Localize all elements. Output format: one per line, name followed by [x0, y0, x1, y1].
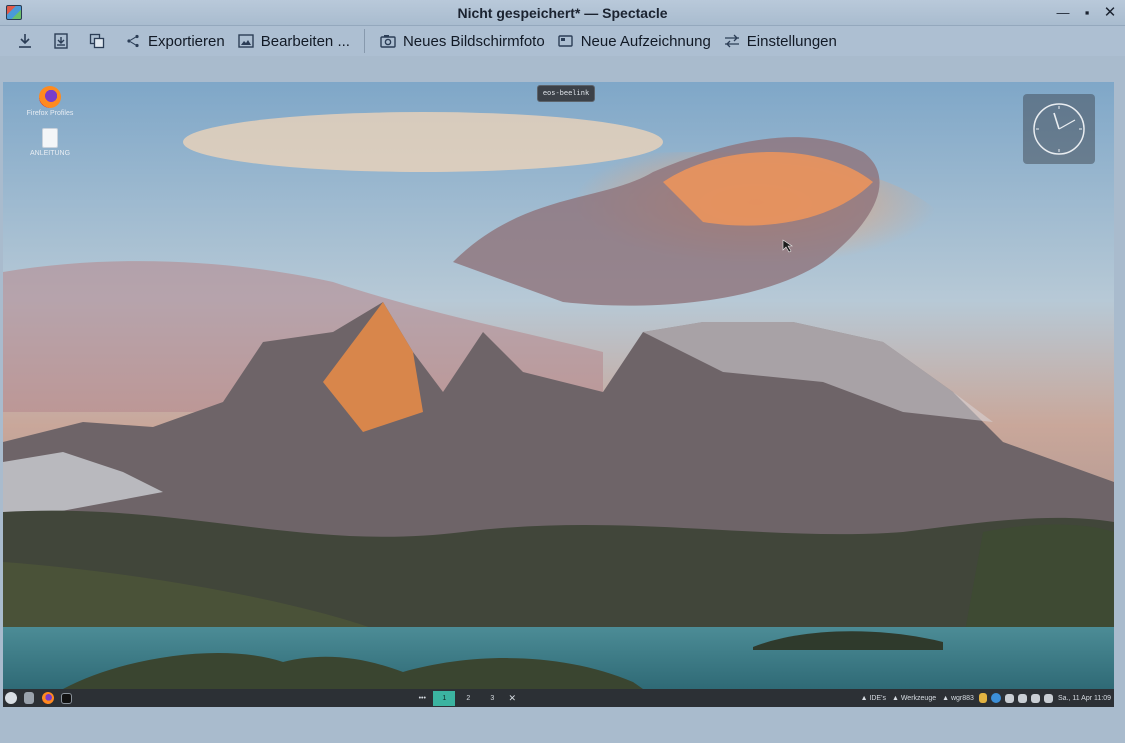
taskbar-files-button[interactable] [19, 689, 39, 707]
firefox-icon [42, 692, 54, 704]
tray-datetime[interactable]: Sa., 11 Apr 11:09 [1058, 695, 1111, 702]
inner-taskbar: ••• 1 2 3 ✕ ▲ IDE's ▲ Werkzeuge ▲ wgr883… [3, 689, 1114, 707]
tray-volume-icon[interactable] [1004, 693, 1014, 703]
copy-icon [88, 32, 106, 50]
save-as-icon [52, 32, 70, 50]
file-icon [42, 128, 58, 148]
desktop-icon-label: Firefox Profiles [26, 110, 74, 117]
new-recording-label: Neue Aufzeichnung [580, 32, 711, 50]
title-bar: Nicht gespeichert* — Spectacle — ▪ ✕ [0, 0, 1125, 26]
window-title: Nicht gespeichert* — Spectacle [457, 5, 668, 21]
screenshot-preview[interactable]: Firefox Profiles ANLEITUNG eos-beelink •… [3, 82, 1114, 707]
close-button[interactable]: ✕ [1099, 3, 1121, 23]
desktop-switch-3[interactable]: 3 [481, 691, 503, 706]
desktop-overview-dots[interactable]: ••• [412, 689, 432, 707]
tray-clipboard-icon[interactable] [978, 693, 987, 703]
taskbar-terminal-button[interactable] [57, 689, 75, 707]
taskbar-firefox-button[interactable] [39, 689, 57, 707]
new-screenshot-button[interactable]: Neues Bildschirmfoto [373, 28, 551, 54]
copy-button[interactable] [82, 28, 112, 54]
files-icon [24, 692, 34, 704]
toolbar-separator [363, 29, 365, 53]
tray-network-icon[interactable] [1030, 693, 1040, 703]
settings-button[interactable]: Einstellungen [717, 28, 843, 54]
host-badge: eos-beelink [537, 85, 595, 102]
close-desktop-button[interactable]: ✕ [504, 689, 520, 707]
settings-label: Einstellungen [746, 32, 837, 50]
edit-label: Bearbeiten ... [260, 32, 350, 50]
screenshot-canvas: Firefox Profiles ANLEITUNG eos-beelink •… [0, 56, 1125, 743]
maximize-button[interactable]: ▪ [1076, 3, 1098, 23]
save-as-button[interactable] [46, 28, 76, 54]
app-launcher-button[interactable] [3, 689, 19, 707]
desktop-icon-file[interactable]: ANLEITUNG [15, 128, 85, 157]
tray-display-icon[interactable] [1017, 693, 1027, 703]
tray-bluetooth-icon[interactable] [1043, 693, 1053, 703]
new-recording-button[interactable]: Neue Aufzeichnung [551, 28, 717, 54]
tray-update-icon[interactable] [990, 693, 1001, 703]
clock-face-icon [1033, 103, 1085, 155]
analog-clock-widget [1023, 94, 1095, 164]
settings-sliders-icon [723, 32, 741, 50]
save-button[interactable] [10, 28, 40, 54]
terminal-icon [60, 692, 72, 704]
share-icon [124, 32, 142, 50]
firefox-icon [39, 86, 61, 108]
download-icon [16, 32, 34, 50]
video-camera-icon [557, 32, 575, 50]
wallpaper-image [3, 82, 1114, 707]
export-label: Exportieren [148, 32, 225, 50]
tray-menu-ides[interactable]: ▲ IDE's [861, 695, 886, 702]
launcher-icon [5, 692, 17, 704]
edit-button[interactable]: Bearbeiten ... [231, 28, 356, 54]
desktop-switch-1[interactable]: 1 [433, 690, 456, 706]
minimize-button[interactable]: — [1052, 3, 1074, 23]
desktop-icon-firefox[interactable]: Firefox Profiles [15, 86, 85, 117]
camera-icon [379, 32, 397, 50]
main-toolbar: Exportieren Bearbeiten ... Neues Bildsch… [0, 26, 1125, 56]
desktop-switch-2[interactable]: 2 [457, 691, 479, 706]
tray-menu-user[interactable]: ▲ wgr883 [942, 695, 974, 702]
export-button[interactable]: Exportieren [118, 28, 231, 54]
tray-menu-werkzeuge[interactable]: ▲ Werkzeuge [892, 695, 936, 702]
desktop-icon-label: ANLEITUNG [29, 150, 71, 157]
new-screenshot-label: Neues Bildschirmfoto [402, 32, 545, 50]
image-edit-icon [237, 32, 255, 50]
